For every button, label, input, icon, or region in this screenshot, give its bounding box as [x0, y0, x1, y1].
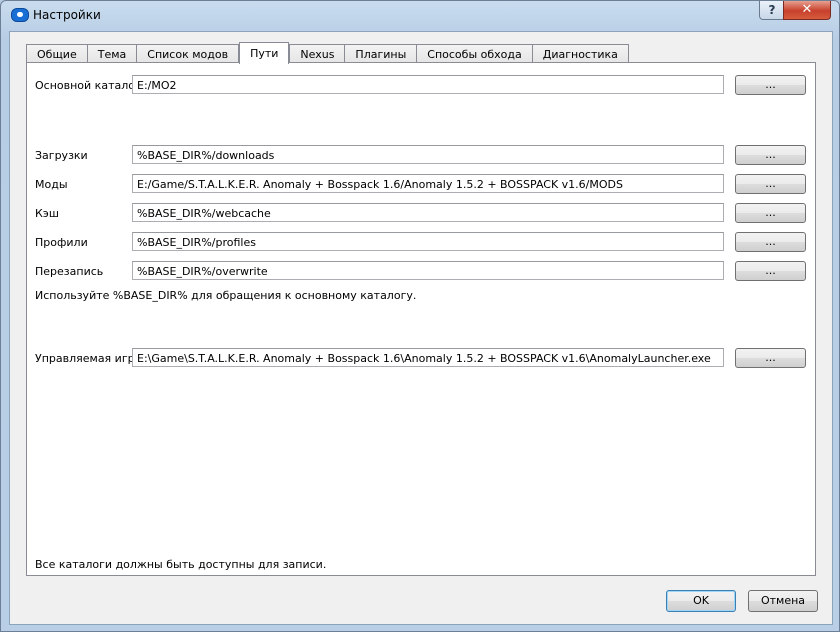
tab-theme[interactable]: Тема [86, 44, 138, 64]
dialog-body: Общие Тема Список модов Пути Nexus Плаги… [9, 31, 833, 625]
title-bar: Настройки ? ✕ [1, 1, 839, 29]
overwrite-browse-button[interactable]: ... [735, 261, 806, 281]
base-dir-hint: Используйте %BASE_DIR% для обращения к о… [35, 289, 417, 302]
base-dir-label: Основной каталог [35, 79, 141, 92]
writable-note: Все каталоги должны быть доступны для за… [35, 558, 327, 571]
window-title: Настройки [33, 8, 101, 22]
profiles-field[interactable]: %BASE_DIR%/profiles [132, 232, 724, 251]
mods-label: Моды [35, 178, 68, 191]
managed-game-label: Управляемая игра [35, 352, 142, 365]
mod-organizer-icon [11, 8, 29, 22]
tab-paths[interactable]: Пути [239, 42, 290, 64]
help-button[interactable]: ? [759, 1, 785, 20]
base-dir-browse-button[interactable]: ... [735, 75, 806, 95]
overwrite-label: Перезапись [35, 265, 104, 278]
mods-browse-button[interactable]: ... [735, 174, 806, 194]
base-dir-field[interactable]: E:/MO2 [132, 75, 724, 94]
overwrite-field[interactable]: %BASE_DIR%/overwrite [132, 261, 724, 280]
tab-workarounds[interactable]: Способы обхода [416, 44, 533, 64]
cancel-button[interactable]: Отмена [748, 590, 818, 612]
cache-label: Кэш [35, 207, 59, 220]
tab-mod-list[interactable]: Список модов [136, 44, 240, 64]
tab-plugins[interactable]: Плагины [344, 44, 418, 64]
tab-nexus[interactable]: Nexus [289, 44, 346, 64]
managed-game-field[interactable]: E:\Game\S.T.A.L.K.E.R. Anomaly + Bosspac… [132, 348, 724, 367]
profiles-label: Профили [35, 236, 88, 249]
tab-bar: Общие Тема Список модов Пути Nexus Плаги… [26, 42, 629, 64]
paths-panel: Основной каталог E:/MO2 ... Загрузки %BA… [26, 62, 816, 576]
mods-field[interactable]: E:/Game/S.T.A.L.K.E.R. Anomaly + Bosspac… [132, 174, 724, 193]
close-button[interactable]: ✕ [783, 1, 831, 20]
cache-field[interactable]: %BASE_DIR%/webcache [132, 203, 724, 222]
managed-game-browse-button[interactable]: ... [735, 348, 806, 368]
tab-diagnostics[interactable]: Диагностика [531, 44, 629, 64]
downloads-label: Загрузки [35, 149, 88, 162]
profiles-browse-button[interactable]: ... [735, 232, 806, 252]
tab-general[interactable]: Общие [26, 44, 88, 64]
ok-button[interactable]: OK [666, 590, 736, 612]
downloads-browse-button[interactable]: ... [735, 145, 806, 165]
settings-window: Настройки ? ✕ Общие Тема Список модов Пу… [0, 0, 840, 632]
cache-browse-button[interactable]: ... [735, 203, 806, 223]
downloads-field[interactable]: %BASE_DIR%/downloads [132, 145, 724, 164]
